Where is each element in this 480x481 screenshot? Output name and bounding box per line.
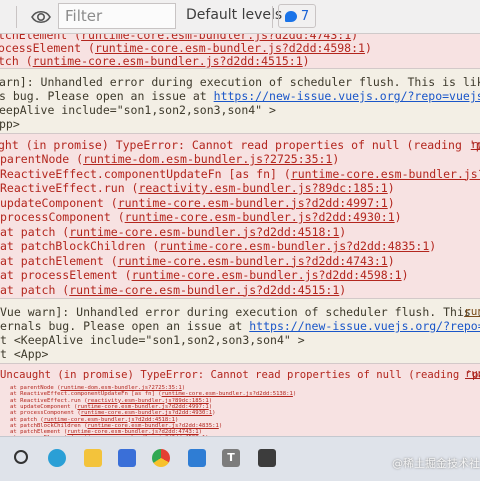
warning-text: s bug. Please open an issue at https://n… (0, 89, 480, 103)
error-text: ght (in promise) TypeError: Cannot read … (0, 138, 480, 152)
stack-frame: at processElement (runtime-core.esm-bund… (0, 268, 409, 282)
source-link[interactable]: runtime-core.esm-bundler.js?d2dd:4598:1 (132, 268, 402, 282)
error-message: Uncaught (in promise) TypeError: Cannot … (0, 364, 480, 436)
file-explorer-icon[interactable] (84, 449, 102, 467)
stack-frame: parentNode (runtime-dom.esm-bundler.js?2… (0, 152, 340, 166)
source-link[interactable]: run (464, 305, 480, 318)
source-link[interactable]: runtime-core.esm-bundler.js?d2dd:4515:1 (33, 54, 303, 68)
stack-frame: tch (runtime-core.esm-bundler.js?d2dd:45… (0, 54, 310, 68)
error-text: Uncaught (in promise) TypeError: Cannot … (0, 369, 480, 381)
edge-icon[interactable] (48, 449, 66, 467)
warning-text: Vue warn]: Unhandled error during execut… (0, 305, 480, 319)
issues-button[interactable]: 7 (278, 4, 316, 28)
warning-message: Vue warn]: Unhandled error during execut… (0, 299, 480, 363)
log-levels-dropdown[interactable]: Default levels ▾ (186, 7, 292, 23)
warning-text: t <KeepAlive include="son1,son2,son3,son… (0, 333, 305, 347)
store-icon[interactable] (118, 449, 136, 467)
issues-count: 7 (300, 8, 310, 24)
source-link[interactable]: reactivity.esm-bundler.js?89dc:185:1 (138, 181, 387, 195)
stack-frame: at patchElement (runtime-core.esm-bundle… (0, 253, 395, 268)
source-link[interactable]: runtime-core.esm-bundler.js?d2dd:4835:1 (159, 239, 429, 253)
source-link[interactable]: ru (471, 138, 480, 151)
watermark: @稀土掘金技术社区 (392, 457, 480, 470)
warning-text: ernals bug. Please open an issue at http… (0, 319, 480, 333)
console-output: tchElement (runtime-core.esm-bundler.js?… (0, 34, 480, 436)
warning-text: eepAlive include="son1,son2,son3,son4" > (0, 103, 276, 117)
error-message: ght (in promise) TypeError: Cannot read … (0, 134, 480, 298)
warning-text: arn]: Unhandled error during execution o… (0, 75, 480, 89)
source-link[interactable]: runtime-core.esm-bundler.js?d2dd:4743:1 (118, 254, 388, 268)
warning-text: pp> (0, 117, 20, 131)
terminal-icon[interactable] (258, 449, 276, 467)
stack-frame: ReactiveEffect.run (reactivity.esm-bundl… (0, 181, 395, 195)
vscode-icon[interactable] (188, 449, 206, 467)
stack-frame: at patch (runtime-core.esm-bundler.js?d2… (0, 282, 347, 297)
typora-icon-label: T (227, 451, 235, 464)
search-icon[interactable] (14, 450, 28, 464)
source-link[interactable]: runtime-core.esm-bundler.js?d2dd:4997:1 (118, 196, 388, 210)
stack-frame: ReactiveEffect.componentUpdateFn [as fn]… (0, 167, 480, 181)
toolbar-divider (272, 6, 273, 28)
toolbar-divider (16, 6, 17, 28)
source-link[interactable]: runtime-core.esm-bundler.js?d2dd:5138:1 (291, 167, 480, 181)
stack-frame: ocessElement (runtime-core.esm-bundler.j… (0, 41, 372, 55)
source-link[interactable]: runtime-core.esm-bundler.js?d2dd:4515:1 (69, 283, 339, 297)
stack-frame: at patchBlockChildren (runtime-core.esm-… (0, 239, 437, 253)
chrome-icon[interactable] (152, 449, 170, 467)
console-toolbar: Filter Default levels ▾ 7 (0, 0, 480, 34)
filter-input[interactable]: Filter (58, 3, 176, 29)
message-icon (284, 10, 297, 22)
log-levels-label: Default levels (186, 7, 283, 23)
warning-message: arn]: Unhandled error during execution o… (0, 69, 480, 133)
eye-icon[interactable] (30, 6, 52, 28)
source-link[interactable]: run (465, 368, 480, 380)
stack-frame: processComponent (runtime-core.esm-bundl… (0, 210, 402, 224)
issue-link[interactable]: https://new-issue.vuejs.org/?repo=vuejs/… (214, 89, 480, 103)
source-link[interactable]: runtime-dom.esm-bundler.js?2725:35:1 (83, 152, 332, 166)
issue-link[interactable]: https://new-issue.vuejs.org/?repo=vuejs/… (249, 319, 480, 333)
typora-icon[interactable]: T (222, 449, 240, 467)
source-link[interactable]: runtime-core.esm-bundler.js?d2dd:4518:1 (69, 225, 339, 239)
stack-frame: updateComponent (runtime-core.esm-bundle… (0, 195, 395, 210)
source-link[interactable]: runtime-core.esm-bundler.js?d2dd:4930:1 (125, 210, 395, 224)
error-message-tail: tchElement (runtime-core.esm-bundler.js?… (0, 34, 480, 68)
warning-text: t <App> (0, 347, 49, 361)
stack-frame: at patch (runtime-core.esm-bundler.js?d2… (0, 224, 347, 239)
source-link[interactable]: runtime-core.esm-bundler.js?d2dd:4598:1 (95, 41, 365, 55)
